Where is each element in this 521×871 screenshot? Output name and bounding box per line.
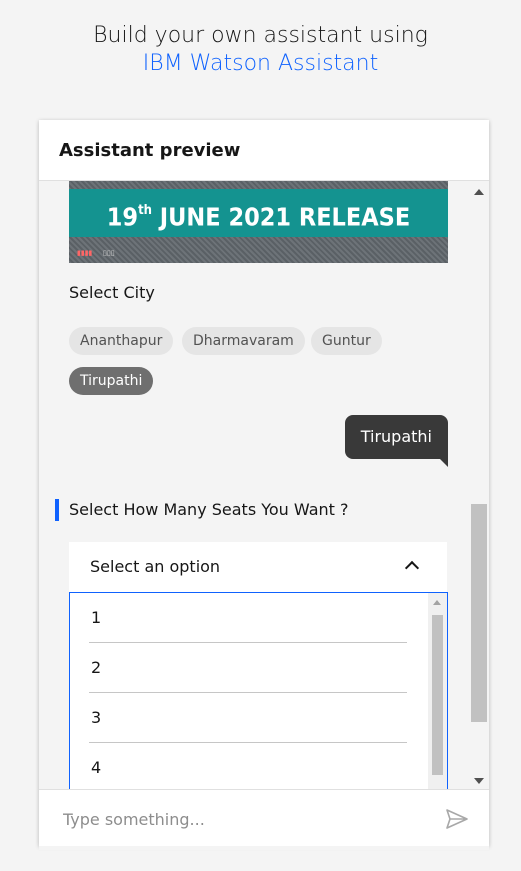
city-chip-tirupathi[interactable]: Tirupathi xyxy=(69,367,154,395)
bubble-tail xyxy=(438,457,448,467)
listbox-scroll-thumb[interactable] xyxy=(432,615,443,775)
banner-text: 19th JUNE 2021 RELEASE xyxy=(69,189,448,237)
message-input[interactable] xyxy=(61,804,425,834)
chevron-up-icon[interactable] xyxy=(404,560,420,576)
dropdown-placeholder: Select an option xyxy=(90,557,221,576)
banner-title: JUNE 2021 RELEASE xyxy=(151,202,411,232)
option-4[interactable]: 4 xyxy=(89,743,407,793)
scroll-up-icon[interactable] xyxy=(474,189,484,195)
option-3[interactable]: 3 xyxy=(89,693,407,743)
banner-mark: ▯▯▯ xyxy=(103,249,115,257)
user-message-bubble: Tirupathi xyxy=(344,415,448,459)
city-chip-dharmavaram[interactable]: Dharmavaram xyxy=(182,327,305,355)
select-city-label: Select City xyxy=(69,283,155,302)
banner-logo: ▮▮▮▮ xyxy=(77,249,93,257)
listbox-scrollbar[interactable] xyxy=(428,593,447,801)
listbox-scroll-up-icon[interactable] xyxy=(433,600,441,605)
seats-dropdown[interactable]: Select an option xyxy=(69,542,447,592)
banner-day-suffix: th xyxy=(138,203,152,218)
city-chip-guntur[interactable]: Guntur xyxy=(311,327,382,355)
header-line-1: Build your own assistant using xyxy=(93,23,428,48)
option-2[interactable]: 2 xyxy=(89,643,407,693)
page-header: Build your own assistant using IBM Watso… xyxy=(0,22,521,78)
header-brand-link[interactable]: IBM Watson Assistant xyxy=(0,50,521,78)
seats-listbox[interactable]: 1 2 3 4 xyxy=(69,592,448,802)
send-icon[interactable] xyxy=(444,806,470,832)
release-banner-image: 19th JUNE 2021 RELEASE ▮▮▮▮ ▯▯▯ xyxy=(69,181,448,263)
assistant-preview-panel: Assistant preview 19th JUNE 2021 RELEASE… xyxy=(39,120,489,850)
city-chip-ananthapur[interactable]: Ananthapur xyxy=(69,327,174,355)
option-1[interactable]: 1 xyxy=(89,593,407,643)
seats-prompt: Select How Many Seats You Want ? xyxy=(69,500,349,519)
banner-day: 19 xyxy=(106,202,139,232)
bot-indicator-bar xyxy=(55,499,59,521)
message-input-bar xyxy=(39,789,489,846)
chat-area[interactable]: 19th JUNE 2021 RELEASE ▮▮▮▮ ▯▯▯ Select C… xyxy=(39,181,489,850)
chat-scroll-thumb[interactable] xyxy=(471,504,487,722)
panel-title: Assistant preview xyxy=(39,120,489,181)
scroll-down-icon[interactable] xyxy=(474,778,484,784)
chat-scrollbar[interactable] xyxy=(469,181,489,790)
